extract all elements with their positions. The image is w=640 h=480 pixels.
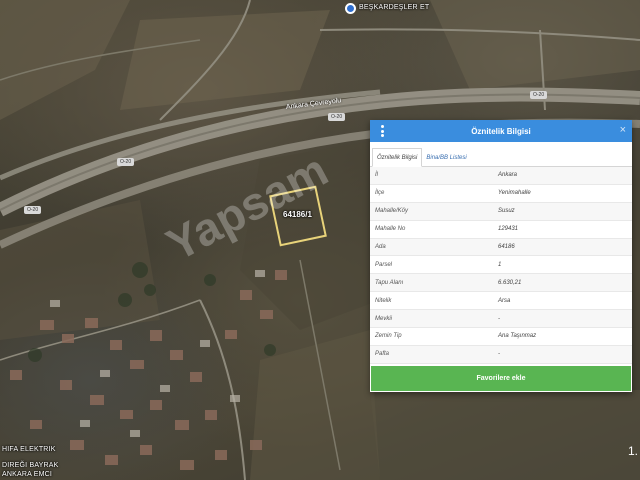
place-label-bottom-2: DIREĞI BAYRAK [2, 462, 59, 469]
row-key: İlçe [375, 190, 385, 197]
attribute-panel: Öznitelik Bilgisi × Öznitelik Bilgisi Bi… [370, 120, 632, 392]
panel-tabs: Öznitelik Bilgisi Bina/BB Listesi [370, 142, 632, 167]
row-key: İl [375, 172, 378, 179]
row-value: Yenimahalle [498, 190, 531, 197]
place-label-bottom-1: HIFA ELEKTRIK [2, 446, 56, 453]
panel-header: Öznitelik Bilgisi × [370, 120, 632, 142]
row-key: Nitelik [375, 297, 392, 304]
tab-building-list[interactable]: Bina/BB Listesi [422, 149, 470, 166]
row-value: - [498, 315, 500, 322]
row-value: 6.630,21 [498, 279, 522, 286]
road-shield: O-20 [328, 113, 346, 121]
row-value: - [498, 351, 500, 358]
corner-text: 1. [627, 444, 638, 458]
table-row: Parsel 1 [370, 256, 632, 275]
row-value: 1 [498, 261, 502, 268]
row-value: 129431 [498, 226, 519, 233]
table-row: Ada 64186 [370, 238, 632, 257]
row-value: Ankara [498, 172, 518, 179]
table-row: Zemin Tip Ana Taşınmaz [370, 328, 632, 346]
row-key: Mevkii [375, 315, 393, 322]
row-key: Parsel [375, 261, 393, 268]
table-row: Nitelik Arsa [370, 292, 632, 311]
panel-title: Öznitelik Bilgisi [471, 126, 531, 136]
row-key: Tapu Alanı [375, 279, 404, 286]
row-value: Arsa [498, 297, 511, 304]
place-label-top: BEŞKARDEŞLER ET [359, 4, 430, 11]
table-row: Mevkii - [370, 310, 632, 329]
location-pin-icon[interactable] [345, 3, 356, 14]
table-row: Tapu Alanı 6.630,21 [370, 274, 632, 293]
tab-attribute-info[interactable]: Öznitelik Bilgisi [372, 148, 423, 167]
row-value: Ana Taşınmaz [498, 333, 537, 340]
row-value: 64186 [498, 244, 515, 250]
table-row: İl Ankara [370, 167, 632, 185]
table-row: İlçe Yenimahalle [370, 185, 632, 203]
add-to-favorites-button[interactable]: Favorilere ekle [371, 366, 631, 391]
row-key: Pafta [375, 351, 390, 358]
row-key: Mahalle/Köy [375, 208, 409, 215]
row-key: Zemin Tip [375, 333, 402, 340]
row-key: Ada [375, 244, 386, 250]
road-shield: O-20 [117, 158, 135, 166]
menu-dots-icon[interactable] [380, 125, 384, 137]
table-row: Mahalle/Köy Susuz [370, 202, 632, 221]
road-shield: O-20 [530, 91, 548, 99]
row-value: Susuz [498, 208, 515, 215]
road-shield: O-20 [24, 206, 42, 214]
row-key: Mahalle No [375, 226, 406, 233]
place-label-bottom-3: ANKARA EMCI [2, 471, 53, 478]
close-icon[interactable]: × [620, 124, 626, 136]
attribute-table: İl Ankara İlçe Yenimahalle Mahalle/Köy S… [370, 167, 632, 364]
table-row: Pafta - [370, 345, 632, 364]
table-row: Mahalle No 129431 [370, 221, 632, 239]
